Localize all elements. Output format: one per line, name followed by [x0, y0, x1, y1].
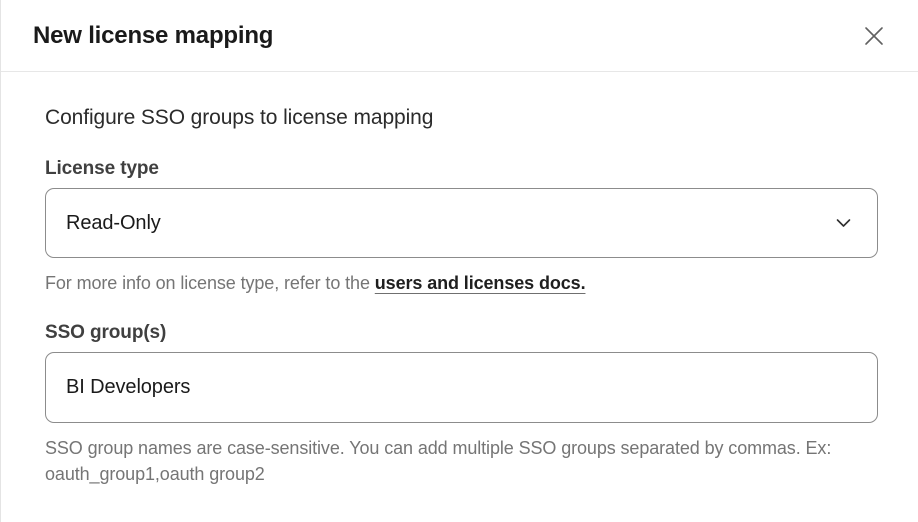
- license-type-helper: For more info on license type, refer to …: [45, 270, 877, 296]
- sso-groups-label: SSO group(s): [45, 322, 877, 344]
- license-type-selected-value: Read-Only: [66, 212, 161, 235]
- modal-title: New license mapping: [33, 22, 273, 50]
- license-type-helper-text: For more info on license type, refer to …: [45, 273, 375, 293]
- sso-groups-helper: SSO group names are case-sensitive. You …: [45, 435, 835, 487]
- modal-body: Configure SSO groups to license mapping …: [1, 72, 918, 487]
- license-type-field: License type Read-Only For more info on …: [45, 158, 877, 296]
- modal-header: New license mapping: [1, 0, 918, 72]
- license-type-label: License type: [45, 158, 877, 180]
- section-heading: Configure SSO groups to license mapping: [45, 106, 877, 130]
- license-type-select[interactable]: Read-Only: [45, 188, 878, 258]
- sso-groups-field: SSO group(s) SSO group names are case-se…: [45, 322, 877, 487]
- new-license-mapping-modal: New license mapping Configure SSO groups…: [0, 0, 918, 522]
- sso-groups-input[interactable]: [45, 352, 878, 423]
- close-icon: [862, 24, 886, 48]
- close-button[interactable]: [858, 20, 890, 52]
- chevron-down-icon: [836, 218, 851, 228]
- users-and-licenses-docs-link[interactable]: users and licenses docs.: [375, 273, 586, 293]
